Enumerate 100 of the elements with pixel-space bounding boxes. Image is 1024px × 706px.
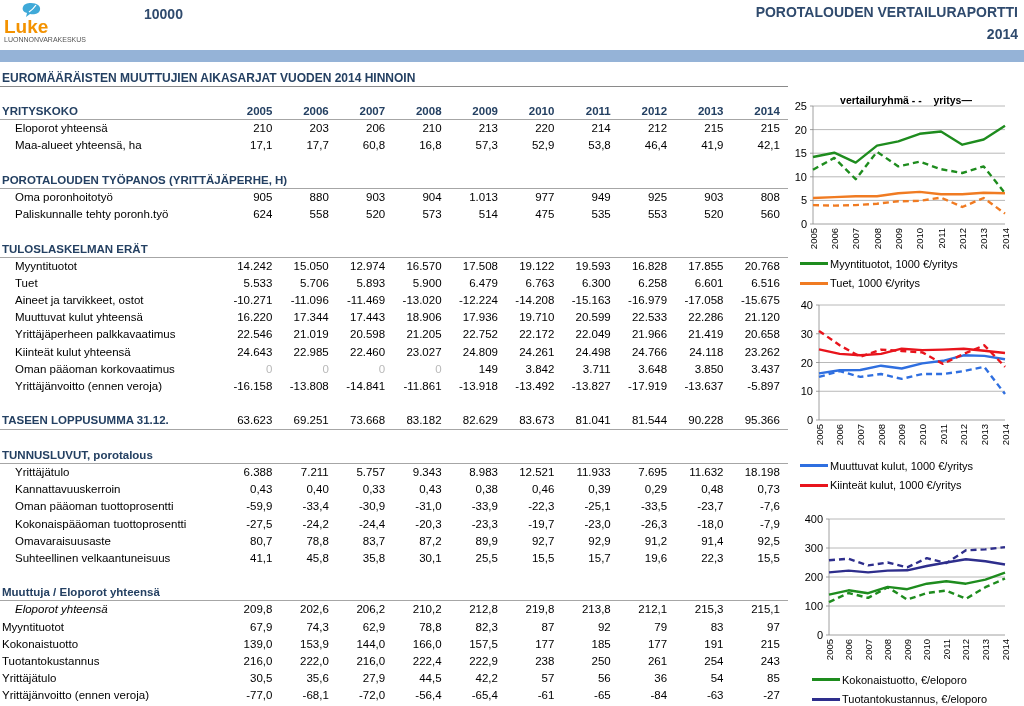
axis-label: 25 xyxy=(794,100,807,112)
table-cell-text: 153,9 xyxy=(299,636,329,652)
table-cell-text: 210 xyxy=(421,121,442,137)
table-cell-text: -16.158 xyxy=(232,379,273,394)
column-header: 2006 xyxy=(302,104,329,119)
table-cell-text: 213 xyxy=(477,121,498,137)
row-label: Myyntituotot xyxy=(14,258,78,274)
axis-label: 2007 xyxy=(862,639,874,661)
table-cell-text: -27 xyxy=(762,688,780,704)
table-cell-text: 212,8 xyxy=(468,602,498,618)
table-cell-text: 63.623 xyxy=(236,413,273,429)
table-cell-text: -56,4 xyxy=(414,688,442,704)
table-cell-text: 22,3 xyxy=(700,550,724,566)
axis-label: 10 xyxy=(794,170,807,183)
axis-label: 10 xyxy=(800,385,813,398)
table-cell-text: 35,6 xyxy=(305,671,329,687)
column-header: 2009 xyxy=(471,104,498,119)
axis-label: 2014 xyxy=(999,639,1011,661)
row-label: Suhteellinen velkaantuneisuus xyxy=(14,550,172,566)
table-cell-text: 23.027 xyxy=(405,344,442,360)
table-cell-text: 0 xyxy=(377,361,386,377)
axis-label: 2010 xyxy=(914,228,926,250)
table-cell-text: -13.020 xyxy=(401,293,442,309)
table-cell-text: 903 xyxy=(703,189,724,205)
table-cell-text: 5.533 xyxy=(242,275,273,291)
table-cell-text: 22.533 xyxy=(630,310,668,326)
table-cell-text: 80,7 xyxy=(249,533,273,549)
row-label: Eloporot yhteensä xyxy=(14,121,109,137)
table-cell-text: 6.388 xyxy=(242,464,273,480)
table-cell-text: 3.711 xyxy=(581,361,611,377)
table-cell-text: 20.658 xyxy=(743,327,780,343)
table-cell-text: 81.544 xyxy=(630,413,668,429)
table-cell-text: 92,7 xyxy=(530,533,555,549)
axis-label: 2005 xyxy=(823,639,835,661)
table-cell-text: -15.675 xyxy=(739,293,780,309)
axis-label: 2012 xyxy=(958,424,970,446)
table-cell-text: 22.752 xyxy=(461,327,498,343)
table-cell-text: 216,0 xyxy=(355,654,386,669)
axis-label: 100 xyxy=(804,600,823,612)
table-cell-text: 17,1 xyxy=(249,138,273,154)
logo-text: Luke xyxy=(4,18,50,36)
table-cell-text: 3.850 xyxy=(693,361,724,377)
table-cell-text: 215 xyxy=(759,636,780,652)
table-cell-text: 219,8 xyxy=(524,602,555,618)
axis-label: 2012 xyxy=(956,228,968,250)
table-cell-text: 83,7 xyxy=(361,533,386,549)
table-cell-text: 210 xyxy=(252,121,273,137)
table-cell-text: -33,5 xyxy=(639,499,668,515)
table-cell-text: 18.198 xyxy=(743,464,780,480)
table-cell-text: -17.058 xyxy=(683,293,724,309)
table-cell-text: 220 xyxy=(534,121,555,137)
table-cell-text: 56 xyxy=(596,671,611,687)
legend-label: Kokonaistuotto, €/eloporo xyxy=(842,672,967,688)
axis-label: 2014 xyxy=(999,424,1011,446)
table-cell-text: 222,0 xyxy=(299,654,329,669)
table-cell-text: -33,4 xyxy=(301,499,329,515)
table-cell-text: 1.013 xyxy=(468,189,498,205)
table-cell-text: -13.637 xyxy=(683,379,724,394)
table-cell-text: -13.492 xyxy=(514,379,555,394)
table-cell-text: 209,8 xyxy=(242,602,273,618)
axis-label: 2008 xyxy=(882,639,894,661)
row-label: Tuet xyxy=(14,275,39,291)
legend-label: Kiinteät kulut, 1000 €/yritys xyxy=(830,478,962,493)
table-cell-text: 83 xyxy=(709,619,724,635)
row-label: Maa-alueet yhteensä, ha xyxy=(14,138,143,154)
table-cell-text: 87 xyxy=(540,619,555,635)
table-cell-text: 202,6 xyxy=(299,602,329,618)
axis-label: 2006 xyxy=(843,639,855,661)
table-cell-text: 21.120 xyxy=(743,310,780,326)
axis-label: 2006 xyxy=(834,424,846,446)
table-cell-text: 238 xyxy=(534,654,555,669)
table-cell-text: 92 xyxy=(596,619,611,635)
legend-label: Myyntituotot, 1000 €/yritys xyxy=(830,256,958,272)
axis-label: 2014 xyxy=(999,228,1011,250)
table-cell-text: -11.469 xyxy=(346,293,386,309)
table-cell-text: 53,8 xyxy=(587,138,611,154)
table-cell-text: 6.763 xyxy=(524,275,555,291)
table-cell-text: 27,9 xyxy=(361,671,386,687)
table-cell-text: 19.593 xyxy=(574,258,611,274)
column-header: 2012 xyxy=(640,104,668,119)
table-cell-text: 22.460 xyxy=(349,344,386,360)
table-cell-text: -7,6 xyxy=(759,499,780,515)
axis-label: 2010 xyxy=(916,424,928,446)
row-label: Kokonaistuotto xyxy=(1,636,80,652)
table-cell-text: 91,4 xyxy=(700,533,724,549)
table-cell-text: 12.521 xyxy=(518,464,555,480)
axis-label: 2009 xyxy=(901,639,913,661)
table-cell-text: 214 xyxy=(590,121,611,137)
row-label: Myyntituotot xyxy=(1,619,65,635)
table-cell-text: 573 xyxy=(421,207,442,223)
table-cell-text: 977 xyxy=(534,189,555,205)
column-header: 2014 xyxy=(753,104,780,119)
table-cell-text: 57 xyxy=(540,671,555,687)
report-title: POROTALOUDEN VERTAILURAPORTTI xyxy=(755,3,1018,22)
table-cell-text: 16.570 xyxy=(405,258,442,274)
table-cell-text: 20.768 xyxy=(743,258,780,274)
section-heading: TUNNUSLUVUT, porotalous xyxy=(2,448,153,461)
table-cell-text: 558 xyxy=(308,207,329,223)
table-cell-text: -5.897 xyxy=(746,379,780,394)
table-cell-text: -65,4 xyxy=(470,688,498,704)
